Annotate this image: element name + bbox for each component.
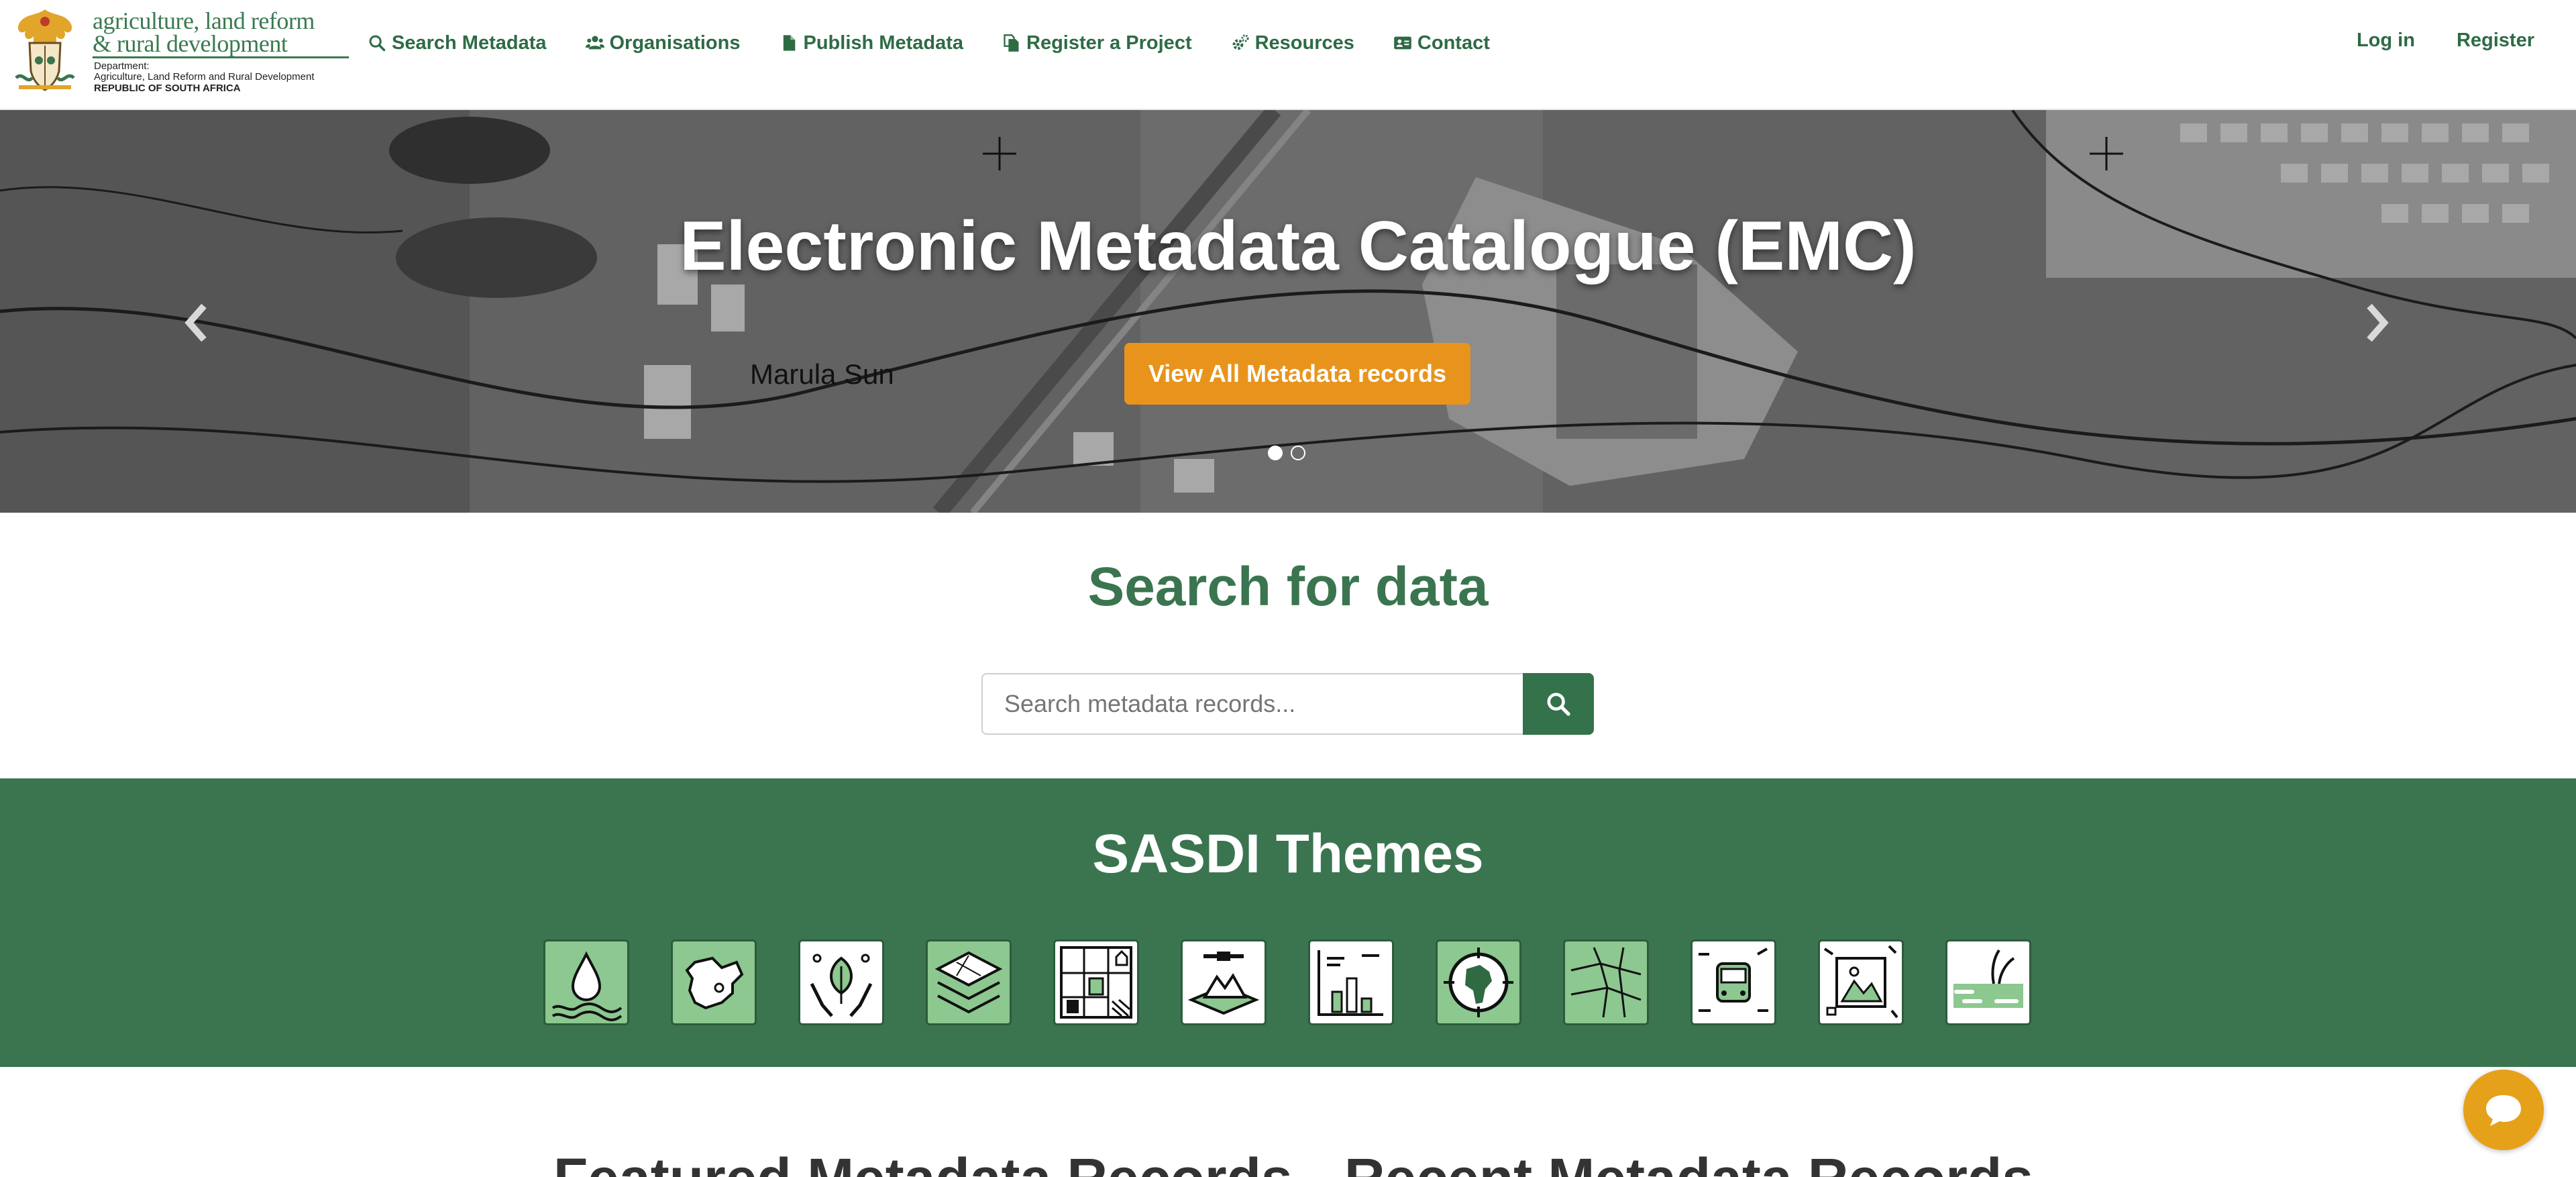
nav-organisations[interactable]: Organisations <box>585 32 741 54</box>
cadastral-parcels-icon <box>1570 947 1642 1018</box>
theme-satellite-terrain-icon[interactable] <box>1181 939 1267 1025</box>
featured-records-heading: Featured Metadata Records <box>553 1146 1293 1177</box>
logo-line-2: & rural development <box>93 30 288 57</box>
address-card-icon <box>1394 36 1411 50</box>
nav-resources[interactable]: Resources <box>1231 32 1354 54</box>
logo-department: Department: Agriculture, Land Reform and… <box>94 61 315 83</box>
theme-south-africa-map-icon[interactable] <box>671 939 757 1025</box>
theme-water-drop-icon[interactable] <box>543 939 629 1025</box>
land-use-grid-icon <box>1060 946 1132 1019</box>
theme-land-layers-icon[interactable] <box>926 939 1012 1025</box>
recent-records-heading: Recent Metadata Records <box>1344 1146 2033 1177</box>
register-link[interactable]: Register <box>2457 30 2534 52</box>
search-input[interactable] <box>981 673 1523 735</box>
hands-leaf-icon <box>810 954 873 1017</box>
theme-list <box>543 939 2073 1025</box>
search-button[interactable] <box>1523 673 1594 735</box>
nav-contact[interactable]: Contact <box>1393 32 1490 54</box>
copy-icon <box>1004 34 1019 52</box>
carousel-dot-2[interactable] <box>1291 446 1305 460</box>
theme-wetland-plant-icon[interactable] <box>1945 939 2031 1025</box>
africa-globe-icon <box>1444 948 1513 1017</box>
nav-label: Publish Metadata <box>803 32 964 54</box>
water-drop-icon <box>551 951 623 1021</box>
carousel-indicators <box>1268 446 1313 460</box>
nav-label: Resources <box>1254 32 1354 54</box>
carousel-prev-chevron-icon[interactable] <box>180 299 213 346</box>
chat-button[interactable] <box>2463 1070 2544 1150</box>
search-section-title: Search for data <box>1087 556 1489 617</box>
top-navbar: agriculture, land reform & rural develop… <box>0 0 2576 110</box>
sasdi-themes-section: SASDI Themes <box>0 778 2576 1067</box>
themes-title: SASDI Themes <box>1092 823 1484 884</box>
nav-search-metadata[interactable]: Search Metadata <box>368 32 547 54</box>
carousel-next-chevron-icon[interactable] <box>2360 299 2394 346</box>
theme-hands-leaf-icon[interactable] <box>798 939 884 1025</box>
theme-statistics-chart-icon[interactable] <box>1308 939 1394 1025</box>
chat-bubble-icon <box>2486 1095 2521 1126</box>
map-place-label: Marula Sun <box>750 358 894 390</box>
nav-label: Organisations <box>609 32 741 54</box>
logo-text: agriculture, land reform & rural develop… <box>93 7 315 57</box>
theme-transport-bus-icon[interactable] <box>1690 939 1776 1025</box>
transport-bus-icon <box>1699 948 1768 1012</box>
logo-line-1: agriculture, land reform <box>93 7 315 34</box>
logo-country: REPUBLIC OF SOUTH AFRICA <box>94 83 241 94</box>
hero-title: Electronic Metadata Catalogue (EMC) <box>680 207 1917 285</box>
login-link[interactable]: Log in <box>2357 30 2415 52</box>
wetland-plant-icon <box>1953 949 2023 1008</box>
file-icon <box>783 35 795 51</box>
theme-africa-globe-icon[interactable] <box>1436 939 1521 1025</box>
theme-imagery-frame-icon[interactable] <box>1818 939 1904 1025</box>
cogs-icon <box>1232 34 1249 50</box>
logo-divider <box>93 56 349 58</box>
main-nav: Search Metadata Organisations Publish Me… <box>368 30 1529 56</box>
coat-of-arms-icon <box>15 9 75 91</box>
carousel-dot-1[interactable] <box>1268 446 1283 460</box>
hero-carousel: Marula Sun Electronic Metadata Catalogue… <box>0 110 2576 513</box>
auth-nav: Log in Register <box>2315 30 2534 52</box>
department-logo[interactable]: agriculture, land reform & rural develop… <box>9 4 352 94</box>
nav-register-project[interactable]: Register a Project <box>1002 32 1192 54</box>
search-icon <box>369 35 386 52</box>
view-all-records-button[interactable]: View All Metadata records <box>1124 343 1470 405</box>
theme-land-use-grid-icon[interactable] <box>1053 939 1139 1025</box>
south-africa-map-icon <box>685 956 744 1010</box>
logo-dept-name: Agriculture, Land Reform and Rural Devel… <box>94 71 315 83</box>
nav-label: Search Metadata <box>392 32 547 54</box>
search-icon <box>1547 693 1570 716</box>
theme-cadastral-parcels-icon[interactable] <box>1563 939 1649 1025</box>
nav-publish-metadata[interactable]: Publish Metadata <box>780 32 964 54</box>
nav-label: Register a Project <box>1026 32 1192 54</box>
nav-label: Contact <box>1417 32 1490 54</box>
land-layers-icon <box>934 951 1003 1014</box>
logo-dept-label: Department: <box>94 60 150 72</box>
imagery-frame-icon <box>1823 945 1898 1019</box>
users-icon <box>585 36 604 50</box>
statistics-chart-icon <box>1318 950 1383 1016</box>
satellite-terrain-icon <box>1187 952 1260 1015</box>
